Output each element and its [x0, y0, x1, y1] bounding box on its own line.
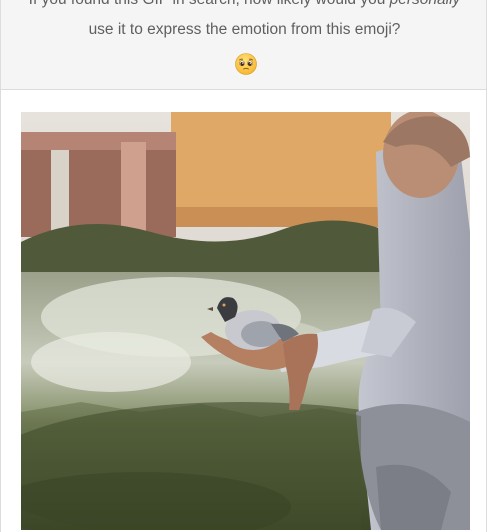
question-line2: use it to express the emotion from this …: [88, 21, 401, 38]
pleading-face-emoji-icon: [235, 53, 257, 75]
question-text: If you found this GIF in search, how lik…: [1, 0, 488, 40]
question-line1: If you found this GIF in search, how lik…: [29, 0, 390, 8]
gif-image: [21, 112, 470, 530]
question-emphasis: personally: [390, 0, 461, 8]
question-header: If you found this GIF in search, how lik…: [0, 0, 487, 90]
